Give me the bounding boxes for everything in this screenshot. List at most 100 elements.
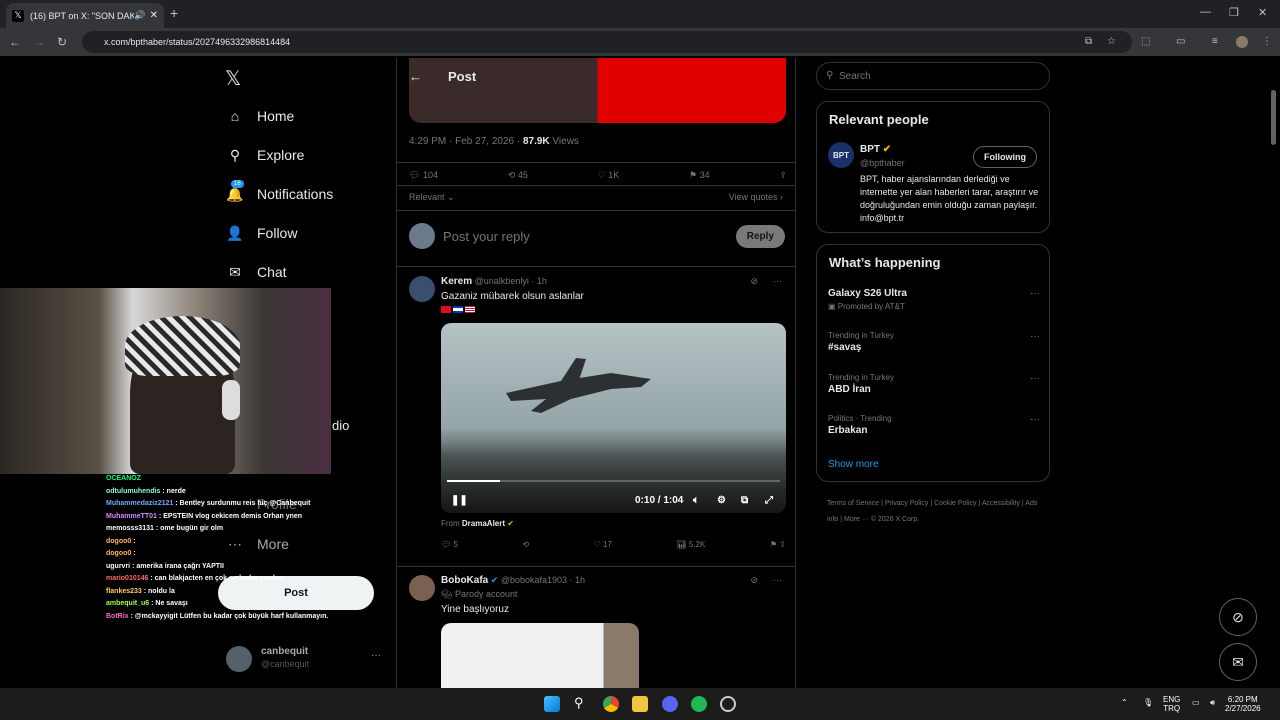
tweet-more-icon[interactable]: ··· xyxy=(773,276,782,286)
trend-more-icon[interactable]: ··· xyxy=(1030,331,1040,342)
language-indicator[interactable]: ENG TRQ xyxy=(1163,695,1180,713)
nav-chat[interactable]: ✉ Chat xyxy=(225,262,286,282)
tweet-avatar[interactable] xyxy=(409,575,435,601)
discord-icon[interactable] xyxy=(662,696,678,712)
trend-more-icon[interactable]: ··· xyxy=(1030,373,1040,384)
search-input[interactable]: ⚲ Search xyxy=(816,62,1050,90)
divider xyxy=(397,566,795,567)
share-icon[interactable]: ⇪ xyxy=(779,170,787,181)
chat-text: : EPSTEIN vlog cekicem demis Orhan ynen xyxy=(156,512,303,520)
person-name-row[interactable]: BPT ✔ xyxy=(860,144,891,155)
close-tab-icon[interactable]: ✕ xyxy=(150,10,158,21)
clock[interactable]: 6:20 PM 2/27/2026 xyxy=(1225,695,1261,713)
tweet-avatar[interactable] xyxy=(409,276,435,302)
tweet-author-name[interactable]: BoboKafa xyxy=(441,575,488,586)
chat-text: : Ne savaşı xyxy=(149,600,188,607)
chat-message: ambequit_u6 : Ne savaşı xyxy=(106,599,336,609)
tweet-views-action[interactable]: 📊︎ 5.2K xyxy=(676,540,705,549)
tray-chevron-icon[interactable]: ⌃ xyxy=(1121,698,1128,707)
browser-tab[interactable]: 𝕏 (16) BPT on X: "SON DAKİ 🔊 ✕ xyxy=(6,3,164,28)
trend-item[interactable]: Politics · Trending Erbakan ··· xyxy=(828,414,1040,436)
search-placeholder: Search xyxy=(839,71,871,82)
home-icon: ⌂ xyxy=(230,108,240,124)
sidebar-icon[interactable]: ▭ xyxy=(1176,36,1185,47)
repost-action[interactable]: ⟲ 45 xyxy=(508,170,528,181)
menu-icon[interactable]: ⋮ xyxy=(1262,36,1272,47)
like-action[interactable]: ♡ 1K xyxy=(598,170,620,181)
bookmark-star-icon[interactable]: ☆ xyxy=(1107,36,1116,47)
tweet-like-action[interactable]: ♡ 17 xyxy=(594,540,612,549)
footer-links[interactable]: Terms of Service | Privacy Policy | Cook… xyxy=(827,496,1047,528)
trend-item[interactable]: Galaxy S26 Ultra ▣ Promoted by AT&T ··· xyxy=(828,288,1040,311)
pause-icon[interactable]: ❚❚ xyxy=(451,495,468,506)
minimize-icon[interactable]: — xyxy=(1200,6,1211,18)
tweet-body: Kerem @unalkbenlyi · 1h ⊘ ··· Gazaniz mü… xyxy=(441,276,786,315)
tweet-more-icon[interactable]: ··· xyxy=(773,575,782,585)
new-tab-button[interactable]: + xyxy=(170,5,178,21)
messages-fab-icon[interactable]: ✉ xyxy=(1219,643,1257,681)
trend-item[interactable]: Trending in Turkey ABD İran ··· xyxy=(828,373,1040,395)
nav-follow[interactable]: 👤 Follow xyxy=(225,223,297,243)
volume-icon[interactable]: 🔈︎ xyxy=(693,495,699,506)
stream-chat-overlay: OCEANOZ odtulumuhendis : nerde Muhammedazi… xyxy=(106,474,336,684)
nav-explore[interactable]: ⚲ Explore xyxy=(225,145,305,165)
tweet-reply-action[interactable]: 💬︎ 5 xyxy=(441,540,458,549)
tweet-repost-action[interactable]: ⟲ xyxy=(522,540,529,549)
grok-fab-icon[interactable]: ⊘ xyxy=(1219,598,1257,636)
fullscreen-icon[interactable]: ⤢ xyxy=(765,495,773,506)
forward-icon[interactable]: → xyxy=(33,35,45,49)
steam-icon[interactable] xyxy=(720,696,736,712)
search-icon: ⚲ xyxy=(229,146,241,163)
nav-home[interactable]: ⌂ Home xyxy=(225,106,295,126)
profile-avatar[interactable] xyxy=(1236,36,1248,48)
install-icon[interactable]: ⧉ xyxy=(1085,36,1092,47)
restore-icon[interactable]: ❐ xyxy=(1229,6,1239,19)
nav-partial-label[interactable]: dio xyxy=(332,418,349,433)
tweet-image[interactable] xyxy=(441,623,639,688)
tweet-text: Yine başlıyoruz xyxy=(441,604,509,615)
grok-icon[interactable]: ⊘ xyxy=(750,276,758,287)
nav-notifications[interactable]: 🔔 16 Notifications xyxy=(225,180,333,204)
address-bar[interactable]: x.com/bpthaber/status/202749633298681448… xyxy=(82,31,1132,53)
flag-emojis xyxy=(441,306,786,315)
reload-icon[interactable]: ↻ xyxy=(57,35,67,49)
back-arrow-icon[interactable]: ← xyxy=(409,69,422,84)
sort-dropdown[interactable]: Relevant ⌄ xyxy=(409,192,455,203)
microphone-icon[interactable]: 🎙︎ xyxy=(1143,698,1153,707)
close-window-icon[interactable]: ✕ xyxy=(1258,6,1267,19)
tweet-author-name[interactable]: Kerem xyxy=(441,276,472,287)
file-explorer-icon[interactable] xyxy=(632,696,648,712)
network-icon[interactable]: ▭ xyxy=(1192,698,1200,707)
miniplayer-icon[interactable]: ⧉ xyxy=(741,495,748,506)
bpt-avatar[interactable]: BPT xyxy=(828,142,854,168)
view-quotes-link[interactable]: View quotes › xyxy=(729,192,783,202)
tweet-reply-count: 5 xyxy=(453,540,458,549)
chrome-icon[interactable] xyxy=(603,696,619,712)
show-more-link[interactable]: Show more xyxy=(828,459,879,470)
volume-tray-icon[interactable]: 🔊︎ xyxy=(1210,698,1215,707)
trend-more-icon[interactable]: ··· xyxy=(1030,288,1040,299)
windows-start-icon[interactable] xyxy=(544,696,560,712)
speaker-icon[interactable]: 🔊 xyxy=(134,10,145,21)
following-button[interactable]: Following xyxy=(973,146,1037,168)
scrollbar[interactable] xyxy=(1271,90,1276,145)
x-home-logo[interactable]: 𝕏 xyxy=(225,66,241,91)
reply-action[interactable]: 💬︎ 104 xyxy=(409,170,438,181)
trend-item[interactable]: Trending in Turkey #savaş ··· xyxy=(828,331,1040,353)
tweet-video[interactable]: ❚❚ 0:10 / 1:04 🔈︎ ⚙ ⧉ ⤢ xyxy=(441,323,786,513)
trend-more-icon[interactable]: ··· xyxy=(1030,414,1040,425)
account-more-icon[interactable]: ··· xyxy=(371,650,381,661)
tweet-bookmark-bookshare[interactable]: ⚑ ⇪ xyxy=(770,540,786,549)
back-icon[interactable]: ← xyxy=(9,35,21,49)
video-progress-bar[interactable] xyxy=(447,480,780,482)
bookmark-action[interactable]: ⚑ 34 xyxy=(689,170,710,181)
reply-button[interactable]: Reply xyxy=(735,224,785,248)
grok-icon[interactable]: ⊘ xyxy=(750,575,758,586)
extensions-icon[interactable]: ⬚ xyxy=(1141,36,1150,47)
media-icon[interactable]: ≡ xyxy=(1212,36,1218,47)
from-name[interactable]: DramaAlert xyxy=(462,519,505,528)
spotify-icon[interactable] xyxy=(691,696,707,712)
taskbar-search-icon[interactable]: ⚲ xyxy=(574,695,590,711)
settings-gear-icon[interactable]: ⚙ xyxy=(717,495,726,506)
reply-input[interactable]: Post your reply xyxy=(443,229,736,244)
